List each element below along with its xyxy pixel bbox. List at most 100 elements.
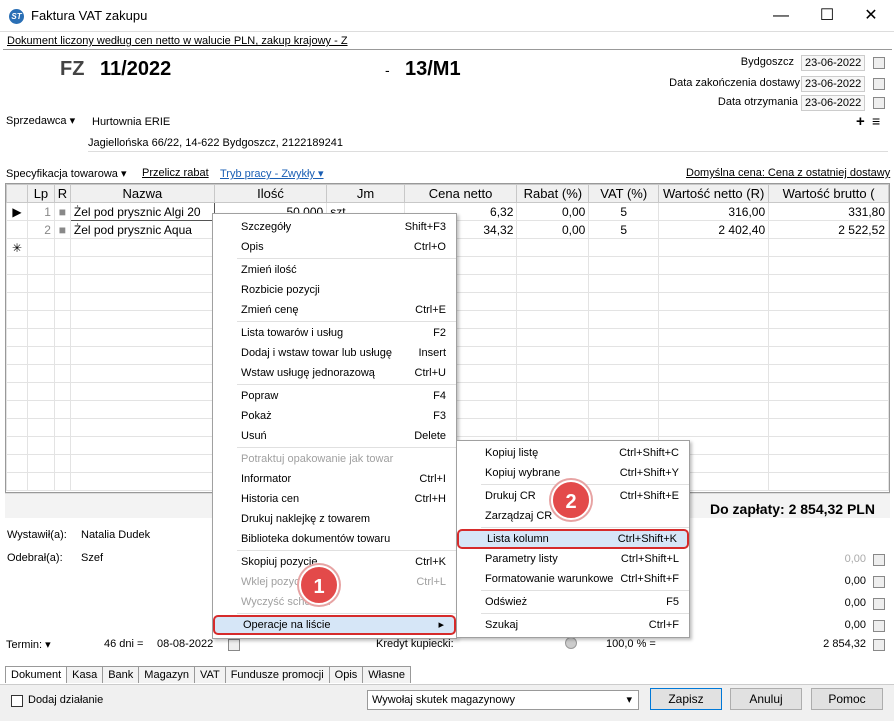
menu-item-label: Zarządzaj CR	[485, 510, 553, 522]
default-price-link[interactable]: Domyślna cena: Cena z ostatniej dostawy	[686, 167, 890, 179]
column-header-discount[interactable]: Rabat (%)	[516, 184, 590, 203]
calculator-icon[interactable]	[873, 620, 885, 632]
term-days[interactable]: 46 dni =	[104, 638, 143, 650]
menu-item[interactable]: Szukaj Ctrl+F	[457, 615, 689, 635]
menu-item[interactable]: Potraktuj opakowanie jak towar	[213, 449, 456, 469]
step-badge-2: 2	[551, 480, 591, 520]
menu-item[interactable]: Dodaj i wstaw towar lub usługę Insert	[213, 343, 456, 363]
warehouse-effect-select[interactable]: Wywołaj skutek magazynowy ▾	[367, 690, 639, 710]
menu-item[interactable]: Wstaw usługę jednorazową Ctrl+U	[213, 363, 456, 383]
menu-item[interactable]: Szczegóły Shift+F3	[213, 217, 456, 237]
menu-item[interactable]: Biblioteka dokumentów towaru	[213, 529, 456, 549]
received-by-field[interactable]: Szef	[81, 552, 103, 564]
seller-list-icon[interactable]: ≡	[872, 113, 880, 129]
column-header-netto[interactable]: Wartość netto (R)	[658, 184, 770, 203]
calculator-icon[interactable]	[873, 554, 885, 566]
menu-item[interactable]: Usuń Delete	[213, 426, 456, 446]
close-button[interactable]: ✕	[848, 0, 894, 32]
chevron-down-icon: ▾	[626, 694, 632, 706]
column-header-qty[interactable]: Ilość	[213, 184, 328, 203]
menu-item[interactable]: Formatowanie warunkowe Ctrl+Shift+F	[457, 569, 689, 589]
menu-item[interactable]: Kopiuj listę Ctrl+Shift+C	[457, 443, 689, 463]
term-date-field[interactable]: 08-08-2022	[157, 638, 213, 650]
tab-bank[interactable]: Bank	[102, 666, 140, 683]
help-button[interactable]: Pomoc	[811, 688, 883, 710]
menu-item[interactable]: Odśwież F5	[457, 592, 689, 612]
menu-item[interactable]: Lista kolumn Ctrl+Shift+K	[457, 529, 689, 549]
cell-name[interactable]: Żel pod prysznic Aqua	[69, 220, 215, 239]
menu-item-label: Zmień ilość	[241, 264, 297, 276]
document-mode-link[interactable]: Dokument liczony według cen netto w walu…	[7, 35, 348, 47]
column-header-vat[interactable]: VAT (%)	[588, 184, 660, 203]
cell-netto: 2 402,40	[658, 220, 770, 239]
menu-item[interactable]: Lista towarów i usług F2	[213, 323, 456, 343]
menu-item[interactable]: Operacje na liście ▸	[213, 615, 456, 635]
calendar-icon[interactable]	[873, 97, 885, 109]
add-action-checkbox[interactable]	[11, 695, 23, 707]
tab-vat[interactable]: VAT	[193, 666, 226, 683]
column-header-r[interactable]: R	[53, 184, 71, 203]
chevron-down-icon: ▾	[69, 115, 76, 127]
calculator-icon[interactable]	[873, 598, 885, 610]
issued-by-field[interactable]: Natalia Dudek	[81, 529, 150, 541]
cell-discount[interactable]: 0,00	[516, 220, 590, 239]
column-header-name[interactable]: Nazwa	[69, 184, 215, 203]
calendar-icon[interactable]	[873, 78, 885, 90]
work-mode-link[interactable]: Tryb pracy - Zwykły ▾	[220, 167, 324, 180]
menu-item[interactable]: Skopiuj pozycje Ctrl+K	[213, 552, 456, 572]
tab-magazyn[interactable]: Magazyn	[138, 666, 195, 683]
seller-dropdown[interactable]: Sprzedawca ▾	[6, 114, 75, 127]
menu-item[interactable]: Historia cen Ctrl+H	[213, 489, 456, 509]
term-dropdown[interactable]: Termin: ▾	[6, 638, 51, 651]
menu-item-label: Historia cen	[241, 493, 300, 505]
menu-item[interactable]: Informator Ctrl+I	[213, 469, 456, 489]
menu-item-label: Opis	[241, 241, 264, 253]
menu-item-shortcut: Ctrl+Shift+C	[619, 447, 679, 459]
calculator-icon[interactable]	[873, 639, 885, 651]
minimize-button[interactable]: —	[758, 0, 804, 32]
column-header-brutto[interactable]: Wartość brutto (	[768, 184, 889, 203]
cell-vat[interactable]: 5	[588, 220, 660, 239]
calendar-icon[interactable]	[873, 57, 885, 69]
seller-name[interactable]: Hurtownia ERIE	[92, 116, 170, 128]
menu-item[interactable]: Zmień cenę Ctrl+E	[213, 300, 456, 320]
menu-item[interactable]: Pokaż F3	[213, 406, 456, 426]
cell-name[interactable]: Żel pod prysznic Algi 20	[69, 202, 215, 221]
cell-vat[interactable]: 5	[588, 202, 660, 221]
menu-item[interactable]: Drukuj naklejkę z towarem	[213, 509, 456, 529]
menu-item[interactable]: Rozbicie pozycji	[213, 280, 456, 300]
issue-date-field[interactable]: 23-06-2022	[801, 55, 865, 71]
calculator-icon[interactable]	[873, 576, 885, 588]
menu-item-label: Drukuj naklejkę z towarem	[241, 513, 370, 525]
total-to-pay: Do zapłaty: 2 854,32 PLN	[710, 501, 875, 517]
tab-opis[interactable]: Opis	[328, 666, 364, 683]
menu-item[interactable]: Popraw F4	[213, 386, 456, 406]
column-header-price[interactable]: Cena netto	[403, 184, 518, 203]
specification-dropdown[interactable]: Specyfikacja towarowa ▾	[6, 167, 126, 180]
receipt-date-field[interactable]: 23-06-2022	[801, 95, 865, 111]
credit-toggle[interactable]	[565, 637, 577, 649]
menu-item-label: Pokaż	[241, 410, 272, 422]
column-header-lp[interactable]: Lp	[26, 184, 55, 203]
tab-fundusze[interactable]: Fundusze promocji	[224, 666, 330, 683]
maximize-button[interactable]: ☐	[804, 0, 850, 32]
menu-item[interactable]: Zmień ilość	[213, 260, 456, 280]
column-header[interactable]	[6, 184, 28, 203]
document-number-2[interactable]: 13/M1	[405, 58, 461, 81]
column-header-unit[interactable]: Jm	[326, 184, 405, 203]
recalc-discount-link[interactable]: Przelicz rabat	[142, 167, 209, 179]
save-button[interactable]: Zapisz	[650, 688, 722, 710]
menu-item-label: Szukaj	[485, 619, 519, 631]
document-number[interactable]: 11/2022	[100, 58, 171, 81]
cancel-button[interactable]: Anuluj	[730, 688, 802, 710]
tab-wlasne[interactable]: Własne	[362, 666, 411, 683]
calendar-icon[interactable]	[228, 639, 240, 651]
delivery-date-field[interactable]: 23-06-2022	[801, 76, 865, 92]
menu-item-shortcut: Ctrl+E	[415, 304, 446, 316]
tab-kasa[interactable]: Kasa	[66, 666, 104, 683]
add-seller-icon[interactable]: +	[856, 113, 865, 130]
menu-item[interactable]: Opis Ctrl+O	[213, 237, 456, 257]
cell-discount[interactable]: 0,00	[516, 202, 590, 221]
tab-dokument[interactable]: Dokument	[5, 666, 68, 683]
menu-item[interactable]: Parametry listy Ctrl+Shift+L	[457, 549, 689, 569]
